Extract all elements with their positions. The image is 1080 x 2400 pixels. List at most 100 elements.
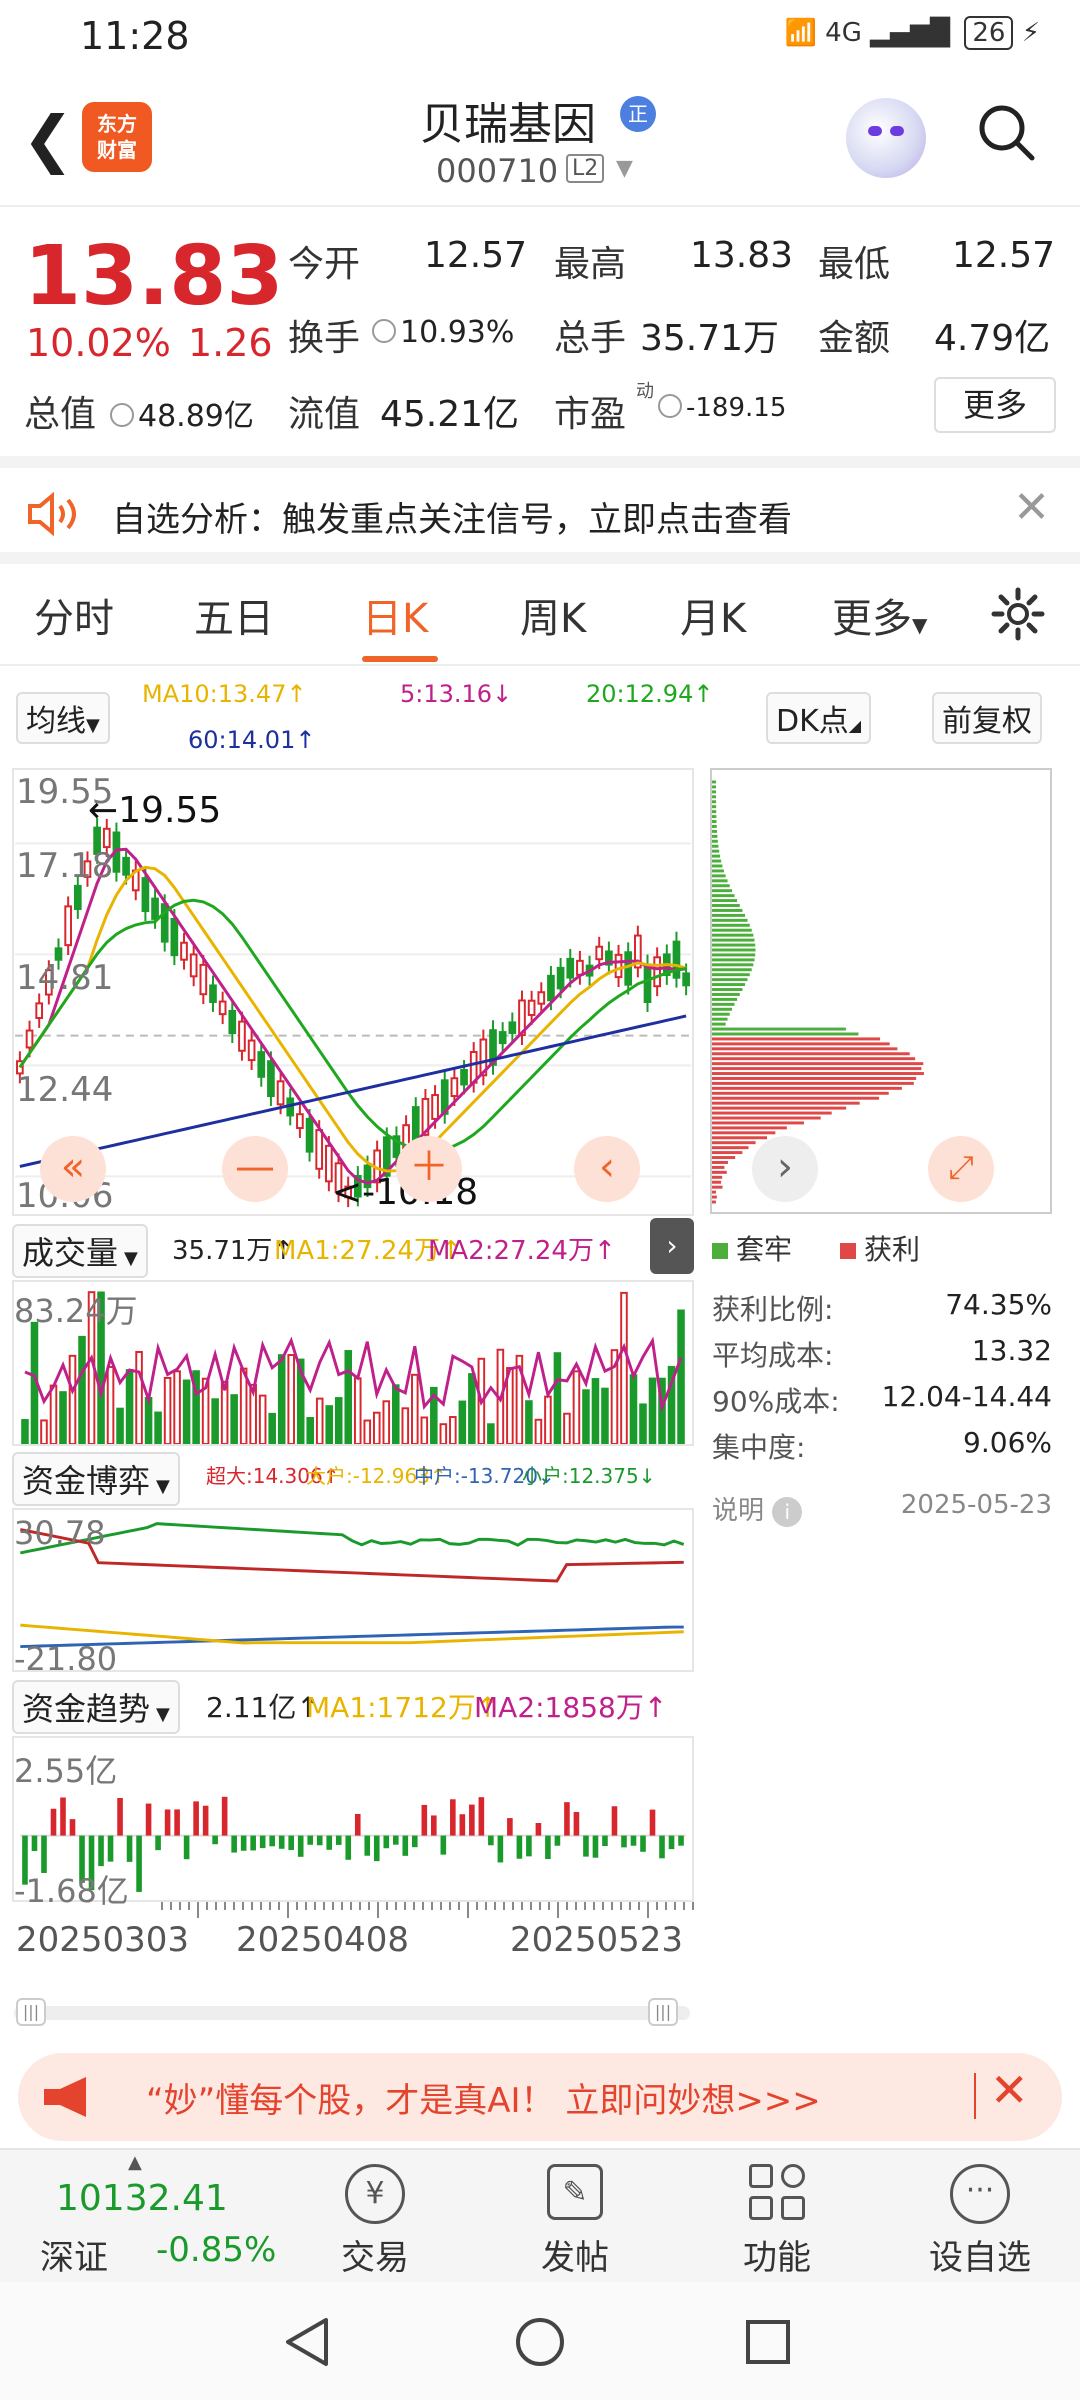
tab-monthly-k[interactable]: 月K xyxy=(680,586,746,644)
fund-trend-bar xyxy=(259,1835,266,1849)
analysis-notice[interactable]: 自选分析：触发重点关注信号，立即点击查看 ✕ xyxy=(0,456,1080,564)
index-change[interactable]: -0.85% xyxy=(156,2230,276,2270)
fund-trend-bar xyxy=(316,1835,323,1846)
small-holder-line xyxy=(20,1522,685,1555)
chip-bar xyxy=(712,1091,889,1095)
zoom-out-icon[interactable]: — xyxy=(222,1136,288,1202)
nav-add-watchlist[interactable]: ··· 设自选 xyxy=(910,2150,1050,2284)
chevron-down-icon[interactable]: ▼ xyxy=(616,156,633,181)
tab-more[interactable]: 更多▼ xyxy=(832,586,927,644)
range-handle-right[interactable]: ||| xyxy=(648,1998,678,2026)
dk-point-selector[interactable]: DK点◢ xyxy=(766,692,872,744)
chip-bar xyxy=(712,1052,910,1056)
nav-trade[interactable]: ¥ 交易 xyxy=(310,2150,440,2284)
current-price: 13.83 xyxy=(24,229,284,324)
app-logo[interactable]: 东方 财富 xyxy=(82,102,152,172)
tab-intraday[interactable]: 分时 xyxy=(34,586,114,644)
volume-selector[interactable]: 成交量 ▼ xyxy=(12,1224,148,1278)
tab-daily-k[interactable]: 日K xyxy=(362,586,428,644)
fund-trend-bar xyxy=(288,1835,294,1851)
low-label: 最低 xyxy=(818,244,891,285)
fund-trend-bar xyxy=(431,1815,437,1836)
chip-bar xyxy=(712,899,738,903)
ai-ad-banner[interactable]: “妙”懂每个股，才是真AI！ 立即问妙想>>> ✕ xyxy=(18,2053,1062,2141)
status-time: 11:28 xyxy=(80,14,190,58)
chip-bar xyxy=(712,1101,860,1105)
stock-detail-screen: { "status_bar": {"time": "11:28", "netwo… xyxy=(0,0,1080,2400)
candle-body xyxy=(653,956,661,988)
fund-trend-bar xyxy=(592,1835,599,1858)
chip-bar xyxy=(712,978,748,982)
pe-label: 市盈 xyxy=(554,394,627,435)
info-icon[interactable] xyxy=(372,318,396,343)
index-value[interactable]: 10132.41 xyxy=(56,2178,228,2219)
adjust-selector[interactable]: 前复权 xyxy=(932,692,1042,744)
chevron-right-icon[interactable]: › xyxy=(650,1218,694,1274)
tab-weekly-k[interactable]: 周K xyxy=(520,586,586,644)
volume-bar xyxy=(601,1387,609,1444)
fund-trend-bar xyxy=(478,1797,485,1836)
expand-icon[interactable]: ⤢ xyxy=(928,1136,994,1202)
more-button[interactable]: 更多 xyxy=(934,377,1056,433)
fund-trend-bar xyxy=(107,1835,114,1862)
chip-bar xyxy=(712,1160,728,1164)
legend-trapped-label: 套牢 xyxy=(736,1233,793,1266)
fund-trend-bar xyxy=(98,1835,104,1867)
scroll-left-icon[interactable]: ‹ xyxy=(574,1136,640,1202)
zoom-in-icon[interactable]: ＋ xyxy=(396,1136,462,1202)
fund-trend-bar xyxy=(573,1812,580,1836)
volume-bar xyxy=(173,1370,181,1444)
search-icon[interactable] xyxy=(976,102,1036,162)
volume-bar xyxy=(135,1351,143,1444)
fund-trend-selector[interactable]: 资金趋势 ▼ xyxy=(12,1680,180,1734)
volume-bar xyxy=(182,1379,191,1444)
fund-trend-bar xyxy=(164,1809,171,1836)
home-circle-icon[interactable] xyxy=(514,2316,566,2368)
nav-post[interactable]: ✎ 发帖 xyxy=(510,2150,640,2284)
pe-wrap: -189.15 xyxy=(658,393,786,423)
grid-icon xyxy=(749,2164,805,2220)
chip-bar xyxy=(712,948,756,952)
scroll-left-double-icon[interactable]: « xyxy=(40,1136,106,1202)
level-badge[interactable]: L2 xyxy=(566,154,605,183)
chip-bar xyxy=(712,913,746,917)
fund-trend-bar xyxy=(269,1835,275,1847)
volume-bar xyxy=(449,1416,457,1444)
ma-selector[interactable]: 均线▼ xyxy=(16,692,110,744)
info-icon[interactable] xyxy=(110,402,134,427)
fund-trend-bar xyxy=(583,1835,589,1857)
fund-game-selector[interactable]: 资金博弈 ▼ xyxy=(12,1452,180,1506)
fund-trend-bar xyxy=(345,1835,352,1860)
candle-body xyxy=(296,1113,304,1130)
ma20-legend: 20:12.94↑ xyxy=(586,680,714,708)
back-triangle-icon[interactable] xyxy=(282,2316,332,2368)
volume-bar xyxy=(154,1411,162,1444)
stat-label: 90%成本: xyxy=(712,1385,840,1418)
range-scrollbar[interactable] xyxy=(14,2006,690,2020)
close-icon[interactable]: ✕ xyxy=(990,2063,1029,2117)
turnover-value: 10.93% xyxy=(400,315,515,350)
info-icon[interactable] xyxy=(658,393,682,418)
assistant-avatar[interactable] xyxy=(846,98,926,178)
volume-bar xyxy=(544,1395,552,1444)
chip-bar xyxy=(712,1076,917,1080)
range-handle-left[interactable]: ||| xyxy=(16,1998,46,2026)
chip-bar xyxy=(712,790,717,794)
candle-body xyxy=(537,991,546,1005)
chip-note[interactable]: 说明 i xyxy=(712,1490,803,1527)
recents-square-icon[interactable] xyxy=(744,2318,792,2366)
fund-trend-bar xyxy=(402,1835,409,1856)
index-name[interactable]: 深证 xyxy=(40,2230,108,2279)
chevron-right-icon[interactable]: › xyxy=(752,1136,818,1202)
chip-bar xyxy=(712,1170,727,1174)
back-icon[interactable]: ❮ xyxy=(22,102,74,175)
volume-bar xyxy=(68,1354,77,1444)
gear-icon[interactable] xyxy=(990,586,1046,642)
nav-function[interactable]: 功能 xyxy=(712,2150,842,2284)
active-tab-indicator xyxy=(362,656,438,662)
tab-five-day[interactable]: 五日 xyxy=(194,586,274,644)
chip-bar xyxy=(712,1185,723,1189)
chip-bar xyxy=(712,1062,924,1066)
close-icon[interactable]: ✕ xyxy=(1013,482,1050,533)
chip-bar xyxy=(712,1007,733,1011)
